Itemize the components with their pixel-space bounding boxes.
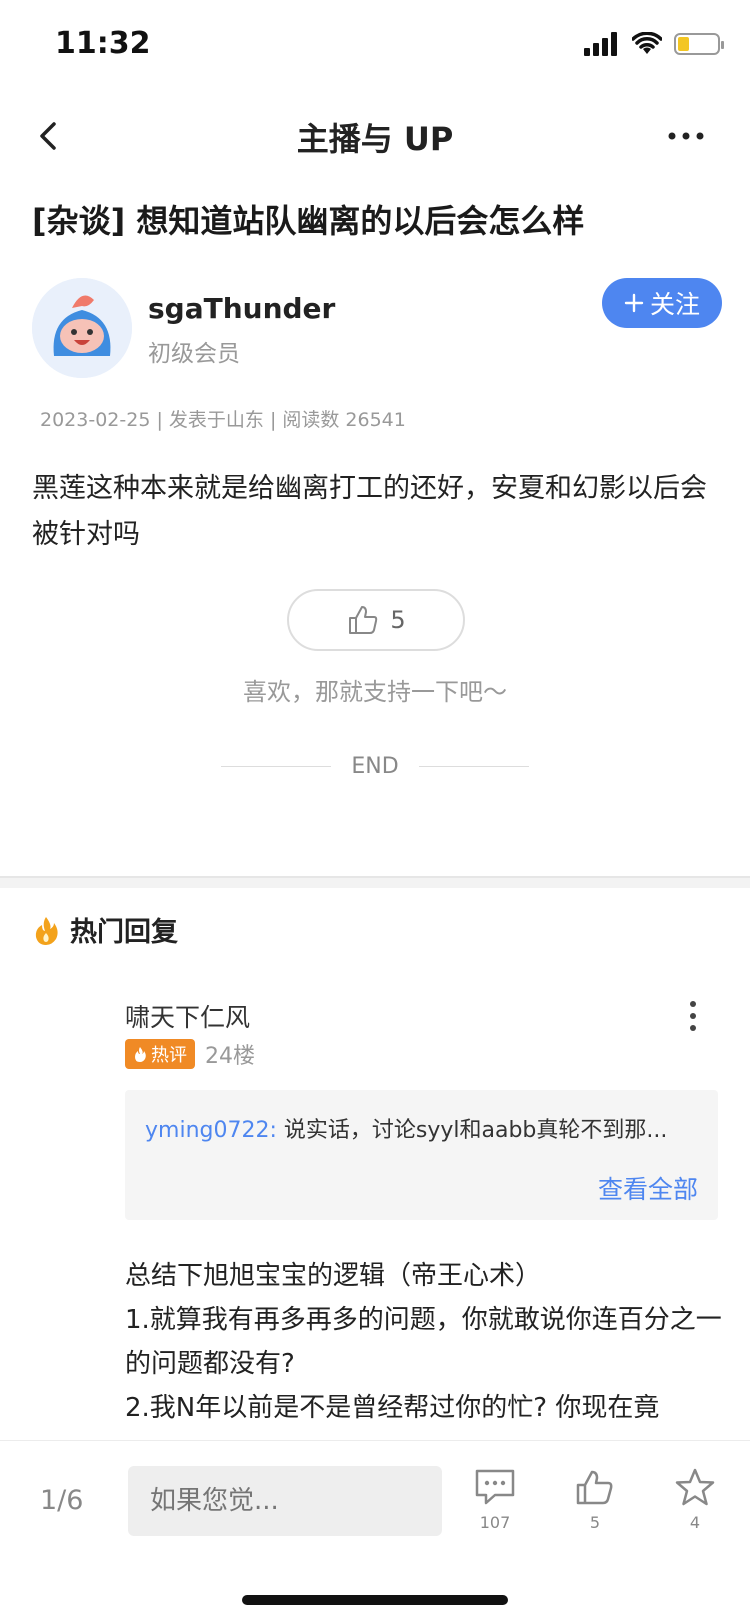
comment-icon xyxy=(475,1469,515,1505)
mascot-avatar-icon xyxy=(32,278,132,378)
like-hint: 喜欢，那就支持一下吧～ xyxy=(243,678,507,706)
star-icon xyxy=(675,1468,715,1506)
end-line-right xyxy=(418,766,529,767)
section-divider xyxy=(0,876,750,888)
thumbs-up-icon xyxy=(349,606,378,634)
quoted-reply-text: yming0722: 说实话，讨论syyl和aabb真轮不到那... xyxy=(145,1112,700,1144)
quoted-reply[interactable]: yming0722: 说实话，讨论syyl和aabb真轮不到那... 查看全部 xyxy=(125,1090,718,1220)
page-indicator[interactable]: 1/6 xyxy=(40,1485,83,1516)
signal-icon xyxy=(584,32,617,56)
hot-replies-header: 热门回复 xyxy=(32,910,178,949)
more-vertical-icon xyxy=(690,1001,696,1031)
hot-replies-title: 热门回复 xyxy=(70,917,178,948)
end-label: END xyxy=(351,754,399,779)
post-title: [杂谈] 想知道站队幽离的以后会怎么样 xyxy=(32,202,585,240)
status-time: 11:32 xyxy=(55,26,151,61)
floor-number: 24楼 xyxy=(205,1044,255,1069)
wifi-icon xyxy=(632,32,662,54)
author-name[interactable]: sgaThunder xyxy=(148,292,335,325)
reply-username[interactable]: 啸天下仁风 xyxy=(125,998,250,1034)
follow-label: 关注 xyxy=(649,290,700,319)
author-level: 初级会员 xyxy=(148,341,240,367)
plus-icon xyxy=(624,293,644,313)
reply-more-button[interactable] xyxy=(678,996,708,1036)
bottom-like-button[interactable]: 5 xyxy=(565,1467,625,1532)
status-bar: 11:32 xyxy=(0,0,750,92)
reply-line: 1.就算我有再多再多的问题，你就敢说你连百分之一的问题都没有? xyxy=(125,1305,722,1379)
reply-body: 总结下旭旭宝宝的逻辑（帝王心术） 1.就算我有再多再多的问题，你就敢说你连百分之… xyxy=(125,1254,725,1444)
avatar[interactable] xyxy=(32,278,132,378)
bottom-like-count: 5 xyxy=(589,1513,601,1532)
view-all-link[interactable]: 查看全部 xyxy=(598,1170,698,1206)
reply-badges: 热评 24楼 xyxy=(125,1038,255,1070)
follow-button[interactable]: 关注 xyxy=(602,278,722,328)
page-title: 主播与 UP xyxy=(296,120,454,158)
quoted-content: 说实话，讨论syyl和aabb真轮不到那... xyxy=(283,1118,668,1143)
favorite-count: 4 xyxy=(689,1513,701,1532)
nav-bar: 主播与 UP xyxy=(0,92,750,180)
comment-count: 107 xyxy=(479,1513,511,1532)
battery-fill xyxy=(678,37,690,51)
hot-comment-badge: 热评 xyxy=(125,1039,195,1069)
post-meta: 2023-02-25 | 发表于山东 | 阅读数 26541 xyxy=(40,409,406,431)
post-body: 黑莲这种本来就是给幽离打工的还好，安夏和幻影以后会被针对吗 xyxy=(32,473,707,550)
home-indicator xyxy=(242,1595,508,1605)
reply-line: 2.我N年以前是不是曾经帮过你的忙? 你现在竟 xyxy=(125,1393,660,1423)
fire-icon xyxy=(35,916,58,945)
battery-icon xyxy=(674,33,724,55)
hot-comment-label: 热评 xyxy=(151,1045,187,1066)
small-fire-icon xyxy=(135,1047,146,1062)
more-button[interactable] xyxy=(662,114,710,158)
reply-line: 总结下旭旭宝宝的逻辑（帝王心术） xyxy=(125,1261,542,1291)
like-button[interactable]: 5 xyxy=(287,589,465,651)
end-divider: END xyxy=(0,754,750,779)
reply-input[interactable] xyxy=(128,1466,442,1536)
author-row: sgaThunder 初级会员 关注 xyxy=(32,278,722,378)
like-count: 5 xyxy=(390,606,406,634)
quoted-author[interactable]: yming0722: xyxy=(145,1118,277,1143)
comment-button[interactable]: 107 xyxy=(465,1467,525,1532)
status-icons xyxy=(584,32,724,56)
end-line-left xyxy=(221,766,332,767)
favorite-button[interactable]: 4 xyxy=(665,1467,725,1532)
thumbs-up-icon xyxy=(576,1470,613,1505)
more-horizontal-icon xyxy=(668,132,704,140)
